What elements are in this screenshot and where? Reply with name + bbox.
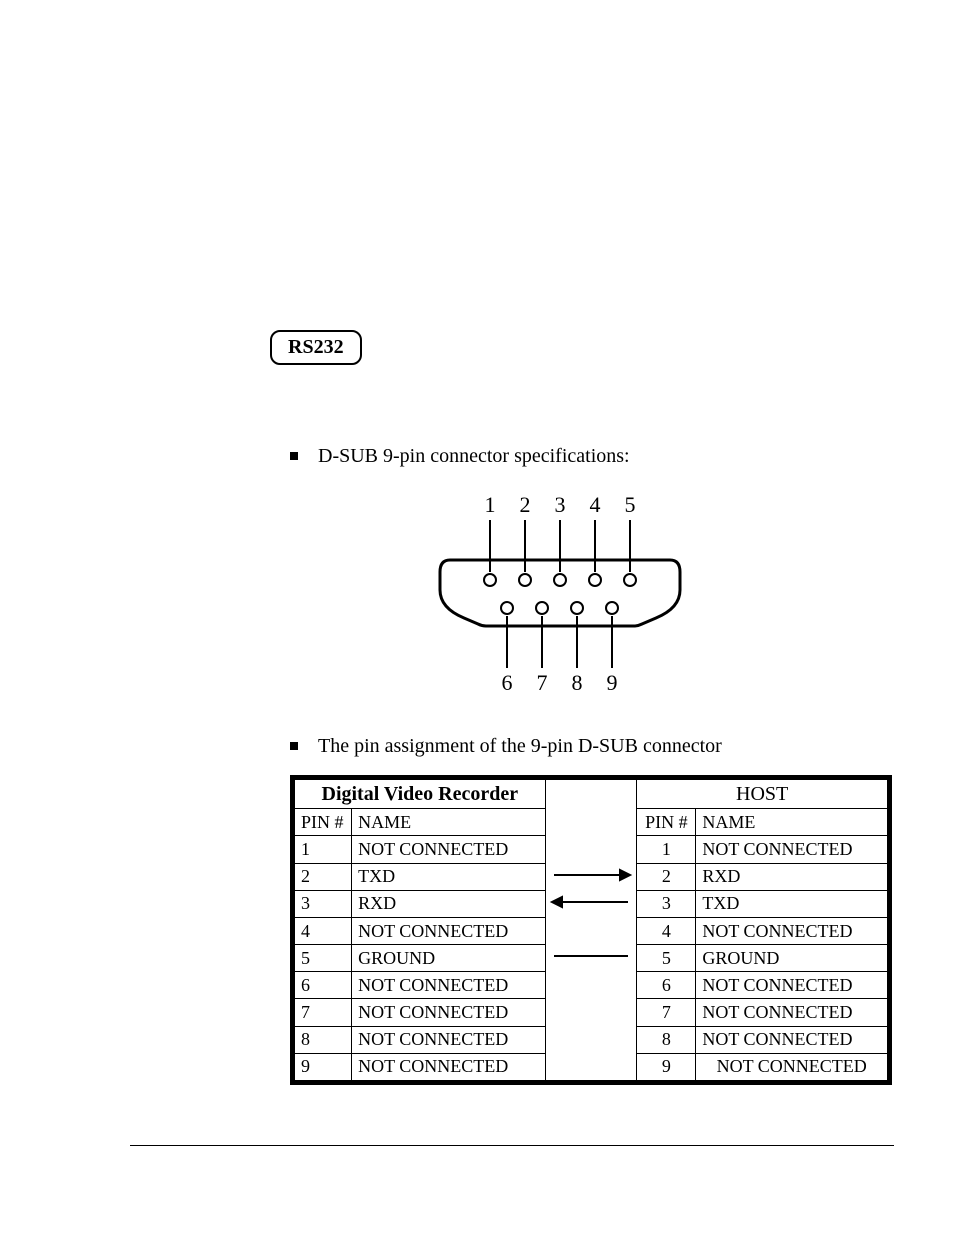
left-pin: 8	[293, 1026, 352, 1053]
pin-label-2: 2	[520, 492, 531, 517]
col-header-name-left: NAME	[352, 809, 546, 836]
right-pin: 9	[637, 1053, 696, 1082]
bullet-icon	[290, 742, 298, 750]
right-pin: 4	[637, 917, 696, 944]
col-header-name-right: NAME	[696, 809, 890, 836]
section-label: RS232	[288, 336, 344, 358]
col-header-pin-left: PIN #	[293, 809, 352, 836]
left-name: GROUND	[352, 945, 546, 972]
right-pin: 3	[637, 890, 696, 917]
left-name: NOT CONNECTED	[352, 1053, 546, 1082]
bullet-spec: D-SUB 9-pin connector specifications:	[290, 445, 630, 468]
bullet-icon	[290, 452, 298, 460]
right-pin: 6	[637, 972, 696, 999]
pin-label-4: 4	[590, 492, 601, 517]
left-pin: 3	[293, 890, 352, 917]
left-pin: 9	[293, 1053, 352, 1082]
left-pin: 7	[293, 999, 352, 1026]
dsub9-diagram: 1 2 3 4 5	[420, 490, 700, 710]
right-name: NOT CONNECTED	[696, 999, 890, 1026]
right-pin: 5	[637, 945, 696, 972]
pin-label-5: 5	[625, 492, 636, 517]
pin-label-9: 9	[607, 670, 618, 695]
left-pin: 4	[293, 917, 352, 944]
right-name: NOT CONNECTED	[696, 972, 890, 999]
footer-rule	[130, 1145, 894, 1146]
left-name: NOT CONNECTED	[352, 999, 546, 1026]
right-pin: 7	[637, 999, 696, 1026]
pin-assignment-table: Digital Video Recorder	[290, 775, 892, 1085]
left-pin: 5	[293, 945, 352, 972]
right-name: NOT CONNECTED	[696, 836, 890, 863]
right-title-cell: HOST	[637, 778, 890, 809]
pin-label-1: 1	[485, 492, 496, 517]
right-name: GROUND	[696, 945, 890, 972]
connection-column	[545, 778, 637, 1083]
left-pin: 2	[293, 863, 352, 890]
document-page: RS232 D-SUB 9-pin connector specificatio…	[0, 0, 954, 1235]
right-name: NOT CONNECTED	[696, 1026, 890, 1053]
right-pin: 2	[637, 863, 696, 890]
left-name: NOT CONNECTED	[352, 1026, 546, 1053]
col-header-pin-right: PIN #	[637, 809, 696, 836]
section-label-box: RS232	[270, 330, 362, 365]
connection-diagram	[546, 780, 636, 1080]
right-pin: 8	[637, 1026, 696, 1053]
right-name: TXD	[696, 890, 890, 917]
right-pin: 1	[637, 836, 696, 863]
left-name: NOT CONNECTED	[352, 917, 546, 944]
left-pin: 6	[293, 972, 352, 999]
bullet-assign-text: The pin assignment of the 9-pin D-SUB co…	[318, 735, 722, 758]
bullet-spec-text: D-SUB 9-pin connector specifications:	[318, 445, 630, 468]
left-name: NOT CONNECTED	[352, 972, 546, 999]
right-name: NOT CONNECTED	[696, 1053, 890, 1082]
pin-label-7: 7	[537, 670, 548, 695]
bullet-assign: The pin assignment of the 9-pin D-SUB co…	[290, 735, 722, 758]
left-name: NOT CONNECTED	[352, 836, 546, 863]
pin-label-8: 8	[572, 670, 583, 695]
right-name: NOT CONNECTED	[696, 917, 890, 944]
left-title-cell: Digital Video Recorder	[293, 778, 546, 809]
pin-label-3: 3	[555, 492, 566, 517]
pin-label-6: 6	[502, 670, 513, 695]
table-row: Digital Video Recorder	[293, 778, 890, 809]
left-pin: 1	[293, 836, 352, 863]
right-name: RXD	[696, 863, 890, 890]
left-name: RXD	[352, 890, 546, 917]
left-name: TXD	[352, 863, 546, 890]
